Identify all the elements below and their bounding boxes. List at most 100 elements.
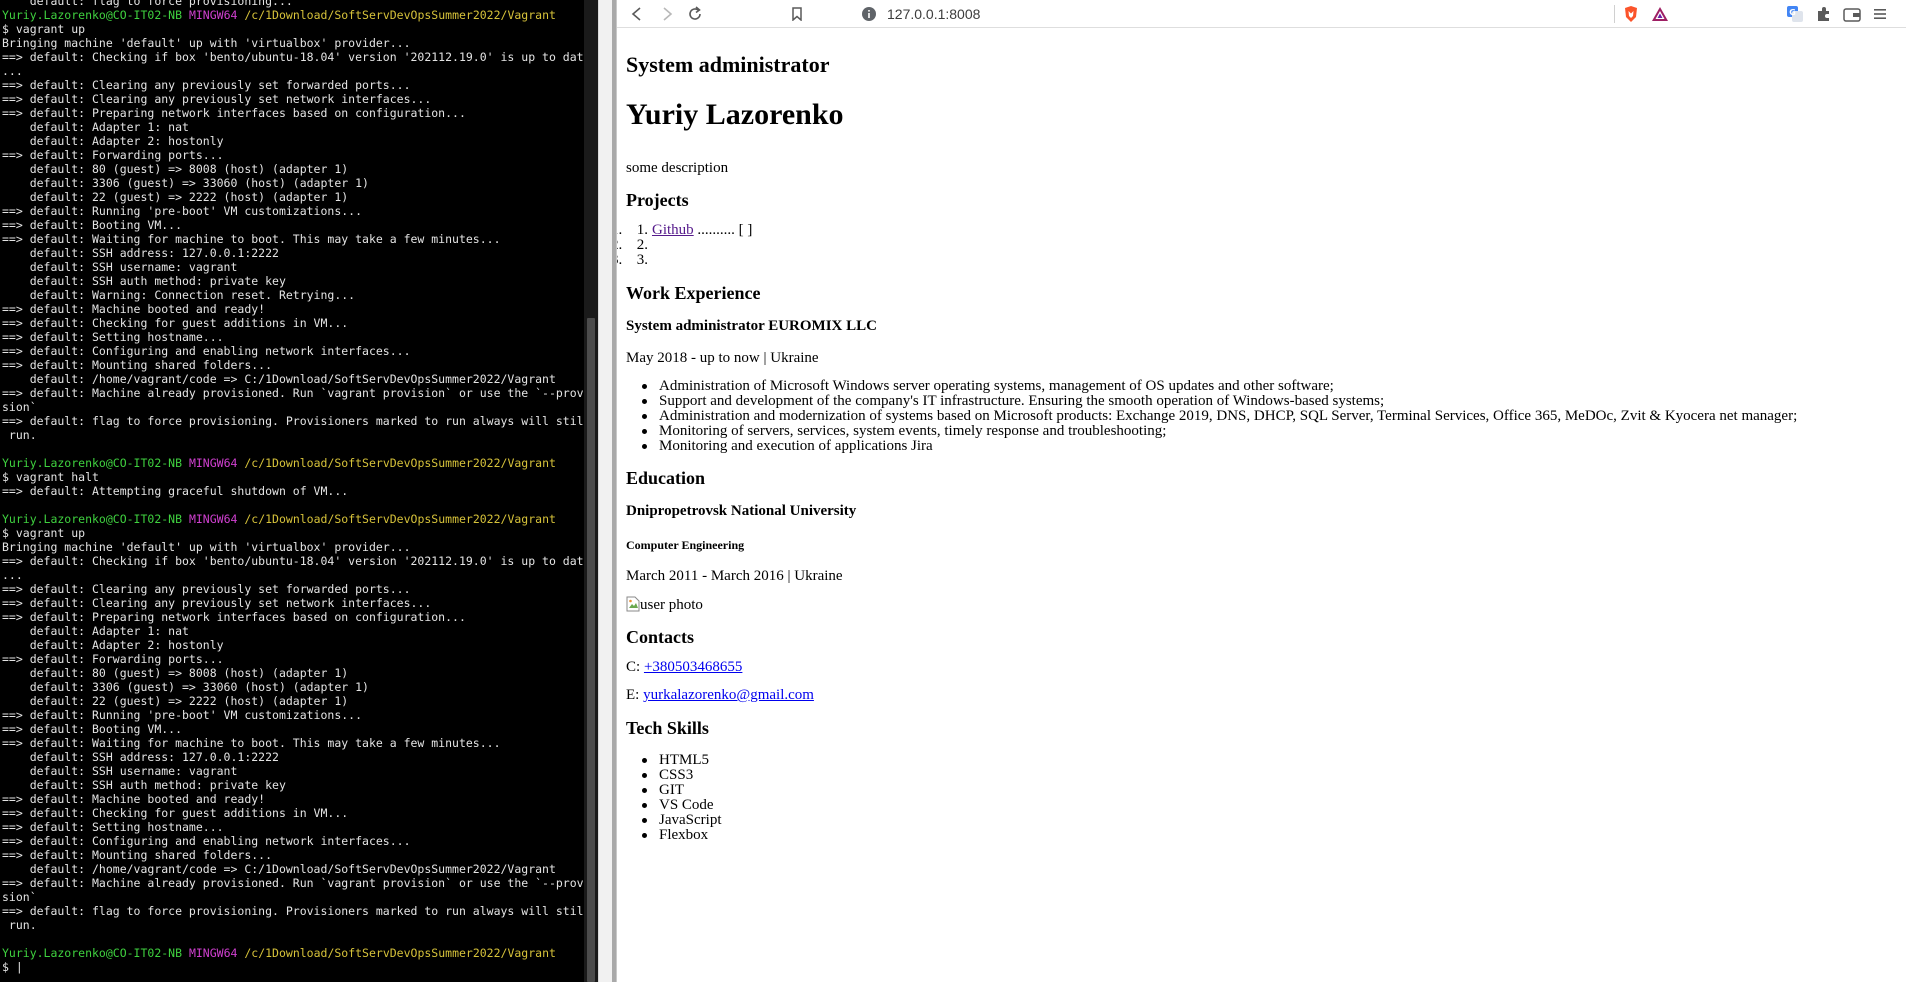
extensions-icon[interactable] <box>1814 4 1834 24</box>
terminal-line: default: /home/vagrant/code => C:/1Downl… <box>2 862 556 876</box>
terminal-line: default: SSH auth method: private key <box>2 778 286 792</box>
terminal-line: ==> default: Forwarding ports... <box>2 148 224 162</box>
user-photo: user photo <box>626 596 703 614</box>
prompt-user: Yuriy.Lazorenko@CO-IT02-NB <box>2 8 183 22</box>
page-scrollbar[interactable] <box>1896 28 1906 982</box>
description-text: some description <box>626 160 729 176</box>
terminal-line: default: SSH username: vagrant <box>2 260 238 274</box>
prompt-host: MINGW64 <box>188 456 238 470</box>
terminal-line: default: /home/vagrant/code => C:/1Downl… <box>2 372 556 386</box>
bullet-icon <box>642 788 647 793</box>
terminal-line: ==> default: Checking for guest addition… <box>2 316 349 330</box>
info-icon[interactable] <box>861 6 877 22</box>
address-bar[interactable]: 127.0.0.1:8008 <box>857 1 1625 27</box>
terminal-line: default: SSH address: 127.0.0.1:2222 <box>2 750 279 764</box>
tech-skill-text: Flexbox <box>659 827 709 843</box>
terminal-line: ==> default: Waiting for machine to boot… <box>2 736 501 750</box>
terminal-line: Bringing machine 'default' up with 'virt… <box>2 540 411 554</box>
terminal-line: ==> default: Forwarding ports... <box>2 652 224 666</box>
wallet-icon[interactable] <box>1842 4 1862 24</box>
terminal-line: default: 3306 (guest) => 33060 (host) (a… <box>2 176 369 190</box>
page-content: System administrator Yuriy Lazorenko som… <box>626 52 1798 843</box>
person-name-heading: Yuriy Lazorenko <box>626 98 844 131</box>
terminal-line: ==> default: Preparing network interface… <box>2 610 466 624</box>
terminal-line: run. <box>2 918 37 932</box>
translate-icon[interactable]: G <box>1785 4 1805 24</box>
terminal-line: $ vagrant halt <box>2 470 99 484</box>
terminal-line: Bringing machine 'default' up with 'virt… <box>2 36 411 50</box>
terminal-line: ==> default: Checking if box 'bento/ubun… <box>2 554 584 568</box>
contacts-heading: Contacts <box>626 627 694 647</box>
terminal-prompt-line: Yuriy.Lazorenko@CO-IT02-NB MINGW64 /c/1D… <box>2 946 584 960</box>
browser-toolbar: 127.0.0.1:8008 G <box>617 0 1906 28</box>
github-link[interactable]: Github <box>652 222 694 238</box>
prompt-path: /c/1Download/SoftServDevOpsSummer2022/Va… <box>244 512 556 526</box>
phone-link[interactable]: +380503468655 <box>644 659 742 675</box>
url-text[interactable]: 127.0.0.1:8008 <box>887 6 980 22</box>
terminal-line: default: Adapter 2: hostonly <box>2 134 224 148</box>
prompt-path: /c/1Download/SoftServDevOpsSummer2022/Va… <box>244 8 556 22</box>
terminal-output[interactable]: default: flag to force provisioning... Yu… <box>2 0 584 974</box>
terminal-line: run. <box>2 428 37 442</box>
bullet-icon <box>642 414 647 419</box>
back-icon[interactable] <box>627 4 647 24</box>
terminal-line: default: 22 (guest) => 2222 (host) (adap… <box>2 694 349 708</box>
education-heading: Education <box>626 468 706 488</box>
email-contact: E: yurkalazorenko@gmail.com <box>626 687 814 703</box>
bullet-icon <box>642 429 647 434</box>
terminal-line: ==> default: Configuring and enabling ne… <box>2 834 411 848</box>
phone-contact: C: +380503468655 <box>626 659 743 675</box>
browser-window: 127.0.0.1:8008 G System administrator Yu… <box>616 0 1906 982</box>
faculty-heading: Computer Engineering <box>626 538 745 552</box>
terminal-line: ==> default: Mounting shared folders... <box>2 848 273 862</box>
prompt-path: /c/1Download/SoftServDevOpsSummer2022/Va… <box>244 946 556 960</box>
work-period-text: May 2018 - up to now | Ukraine <box>626 350 819 366</box>
university-heading: Dnipropetrovsk National University <box>626 503 857 519</box>
terminal-line: default: SSH address: 127.0.0.1:2222 <box>2 246 279 260</box>
terminal-prompt-line: Yuriy.Lazorenko@CO-IT02-NB MINGW64 /c/1D… <box>2 456 584 470</box>
terminal-line: default: flag to force provisioning... <box>2 0 293 8</box>
terminal-scrollbar[interactable] <box>584 0 598 982</box>
terminal-line: sion` <box>2 400 37 414</box>
projects-heading: Projects <box>626 190 689 210</box>
terminal-scrollbar-thumb[interactable] <box>587 318 595 982</box>
bullet-icon <box>642 803 647 808</box>
terminal-line: ==> default: Machine already provisioned… <box>2 386 584 400</box>
terminal-line: ==> default: Preparing network interface… <box>2 106 466 120</box>
terminal-line: ==> default: Machine already provisioned… <box>2 876 584 890</box>
prompt-user: Yuriy.Lazorenko@CO-IT02-NB <box>2 512 183 526</box>
terminal-window[interactable]: default: flag to force provisioning... Yu… <box>0 0 598 982</box>
terminal-line: ==> default: Clearing any previously set… <box>2 78 411 92</box>
menu-icon[interactable] <box>1870 4 1890 24</box>
terminal-line: ... <box>2 64 23 78</box>
bullet-icon <box>642 773 647 778</box>
prompt-host: MINGW64 <box>188 946 238 960</box>
bookmark-icon[interactable] <box>787 4 807 24</box>
terminal-line: default: Warning: Connection reset. Retr… <box>2 288 356 302</box>
terminal-line: default: Adapter 1: nat <box>2 120 189 134</box>
prompt-host: MINGW64 <box>188 8 238 22</box>
terminal-line: ... <box>2 568 23 582</box>
terminal-line: ==> default: Attempting graceful shutdow… <box>2 484 349 498</box>
terminal-line: ==> default: Running 'pre-boot' VM custo… <box>2 204 363 218</box>
terminal-line: ==> default: Setting hostname... <box>2 330 224 344</box>
terminal-line: $ vagrant up <box>2 22 86 36</box>
brave-shield-icon[interactable] <box>1621 4 1641 24</box>
bullet-icon <box>642 833 647 838</box>
terminal-line: ==> default: Checking for guest addition… <box>2 806 349 820</box>
terminal-line: ==> default: flag to force provisioning.… <box>2 414 584 428</box>
reload-icon[interactable] <box>685 4 705 24</box>
prompt-host: MINGW64 <box>188 512 238 526</box>
forward-icon[interactable] <box>657 4 677 24</box>
terminal-prompt-line: Yuriy.Lazorenko@CO-IT02-NB MINGW64 /c/1D… <box>2 8 584 22</box>
email-link[interactable]: yurkalazorenko@gmail.com <box>643 687 814 703</box>
bullet-icon <box>642 444 647 449</box>
terminal-line: default: 3306 (guest) => 33060 (host) (a… <box>2 680 369 694</box>
terminal-line: $ | <box>2 960 23 974</box>
terminal-line: $ vagrant up <box>2 526 86 540</box>
terminal-line: ==> default: Clearing any previously set… <box>2 582 411 596</box>
brave-rewards-icon[interactable] <box>1650 4 1670 24</box>
terminal-line: ==> default: Running 'pre-boot' VM custo… <box>2 708 363 722</box>
